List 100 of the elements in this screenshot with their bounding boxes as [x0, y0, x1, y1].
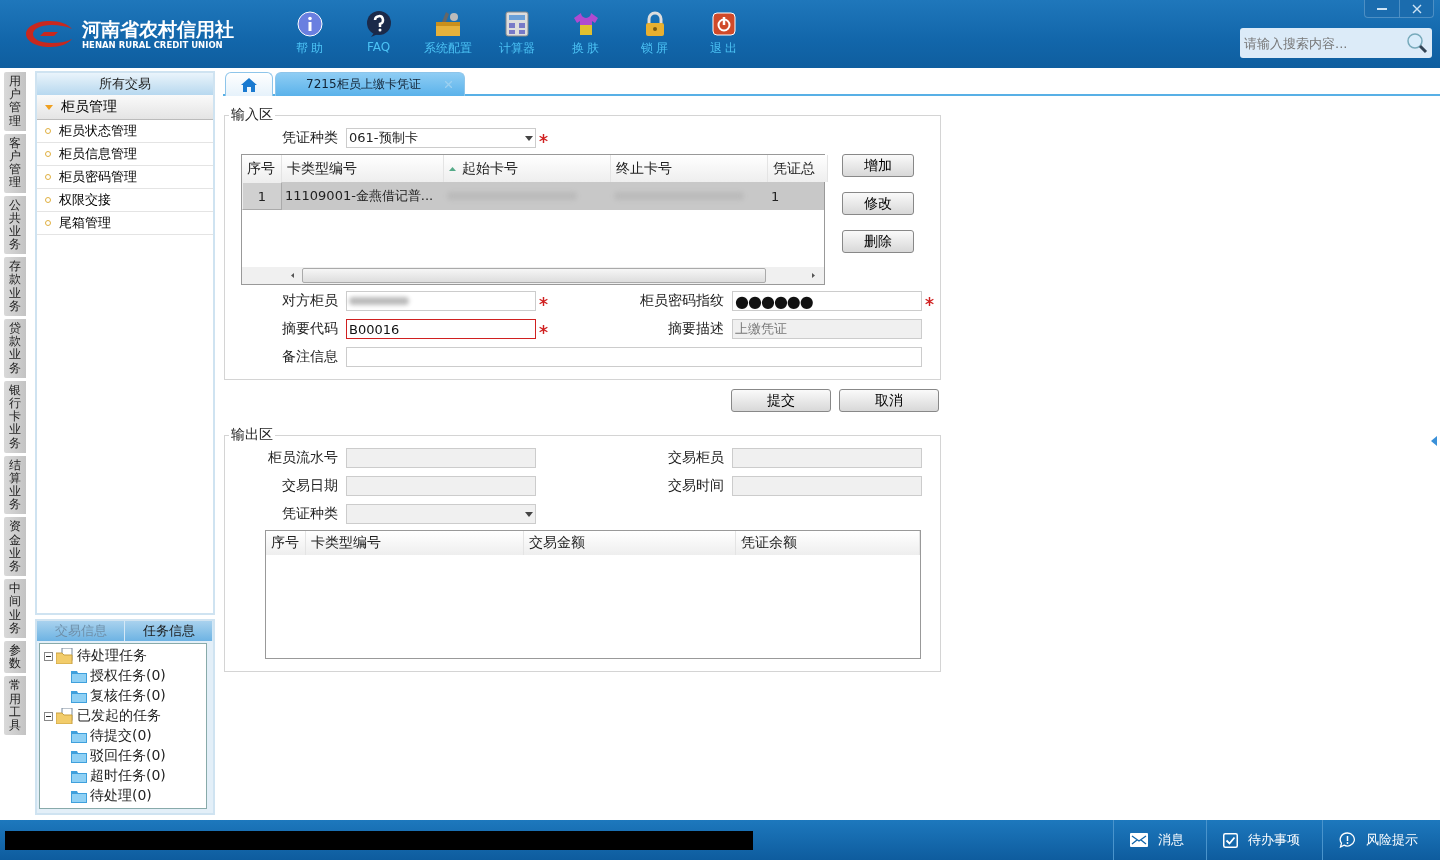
folder-document-icon	[56, 708, 74, 724]
collapse-box-icon[interactable]	[44, 651, 53, 661]
input-field[interactable]	[346, 448, 536, 468]
status-button[interactable]: 风险提示	[1322, 820, 1440, 860]
column-header[interactable]: 卡类型编号	[306, 531, 524, 555]
help-bubble-icon	[364, 10, 393, 38]
tree-node[interactable]: 待提交(0)	[90, 727, 152, 745]
field-label: 柜员密码指纹	[639, 292, 725, 310]
column-header[interactable]: 序号	[266, 531, 306, 555]
side-tab[interactable]: 贷款业务	[4, 319, 26, 378]
password-field[interactable]: ●●●●●●	[732, 291, 922, 311]
column-header[interactable]: 凭证总	[768, 155, 828, 182]
grid-action-button[interactable]: 删除	[842, 230, 914, 253]
column-header[interactable]: 序号	[242, 155, 282, 182]
envelope-icon	[1130, 833, 1148, 847]
caret-down-icon	[45, 103, 53, 111]
input-field[interactable]: B00016	[346, 319, 536, 339]
side-tab[interactable]: 常用工具	[4, 676, 26, 736]
search-field[interactable]: 请输入搜索内容...	[1240, 28, 1432, 58]
status-button[interactable]: 消息	[1113, 820, 1206, 860]
side-tab[interactable]: 客户管理	[4, 133, 26, 193]
dropdown-caret-icon	[525, 135, 533, 141]
section-title: 输入区	[230, 106, 274, 124]
field-label: 摘要描述	[667, 320, 725, 338]
toolbox-icon	[433, 10, 462, 38]
table-row[interactable]: 1 11109001-金燕借记普... 1	[242, 182, 824, 210]
horizontal-scrollbar[interactable]	[242, 267, 824, 284]
close-icon[interactable]	[444, 81, 452, 88]
folder-icon	[71, 749, 87, 763]
tree-node[interactable]: 复核任务(0)	[90, 687, 166, 705]
collapse-arrow-icon[interactable]	[1431, 436, 1437, 446]
side-tab[interactable]: 公共业务	[4, 195, 26, 255]
field-label: 柜员流水号	[267, 449, 339, 467]
grid-action-button[interactable]: 增加	[842, 154, 914, 177]
input-field[interactable]	[346, 476, 536, 496]
select-field[interactable]	[346, 504, 536, 524]
field-label: 凭证种类	[281, 129, 339, 147]
voucher-type-select[interactable]: 061-预制卡	[346, 128, 536, 148]
page-tab[interactable]: 7215柜员上缴卡凭证	[275, 72, 465, 96]
minimize-icon	[1377, 7, 1387, 10]
collapse-box-icon[interactable]	[44, 711, 53, 721]
side-tab[interactable]: 资金业务	[4, 517, 26, 577]
input-field[interactable]	[732, 476, 922, 496]
column-header[interactable]: 交易金额	[524, 531, 736, 555]
tree-node[interactable]: 驳回任务(0)	[90, 747, 166, 765]
input-field[interactable]: 上缴凭证	[732, 319, 922, 339]
calculator-icon	[502, 10, 531, 38]
column-header[interactable]: 起始卡号	[444, 155, 611, 182]
side-tab[interactable]: 存款业务	[4, 257, 26, 316]
side-tab[interactable]: 结算业务	[4, 455, 26, 515]
input-field[interactable]	[346, 347, 922, 367]
menu-group-header[interactable]: 柜员管理	[37, 95, 213, 120]
tree-node[interactable]: 待处理(0)	[90, 787, 152, 805]
panel-tab[interactable]: 任务信息	[125, 621, 213, 641]
column-header[interactable]: 终止卡号	[611, 155, 768, 182]
column-header[interactable]: 凭证余额	[736, 531, 920, 555]
side-tab[interactable]: 银行卡业务	[4, 380, 26, 453]
close-icon	[1411, 3, 1422, 14]
info-icon	[295, 10, 324, 38]
input-field[interactable]	[346, 291, 536, 311]
folder-icon	[71, 729, 87, 743]
field-label: 对方柜员	[281, 292, 339, 310]
home-icon	[241, 77, 257, 92]
folder-document-icon	[56, 648, 74, 664]
table-cell-text: 1	[770, 187, 781, 206]
status-button[interactable]: 待办事项	[1206, 820, 1322, 860]
field-label: 摘要代码	[281, 320, 339, 338]
table-cell-text: 11109001-金燕借记普...	[284, 187, 435, 205]
home-tab[interactable]	[225, 72, 273, 96]
side-tab[interactable]: 中间业务	[4, 579, 26, 638]
row-number: 1	[242, 182, 282, 210]
form-action-button[interactable]: 提交	[731, 389, 831, 412]
power-icon	[709, 10, 738, 38]
field-label: 交易日期	[281, 477, 339, 495]
side-tab[interactable]: 用户管理	[4, 72, 26, 131]
search-icon	[1406, 32, 1428, 54]
column-header[interactable]: 卡类型编号	[282, 155, 444, 182]
field-label: 交易柜员	[667, 449, 725, 467]
logo-name: 河南省农村信用社	[82, 18, 234, 40]
section-title: 输出区	[230, 426, 274, 444]
field-label: 备注信息	[281, 348, 339, 366]
field-label: 交易时间	[667, 477, 725, 495]
tree-node[interactable]: 授权任务(0)	[90, 667, 166, 685]
checkbox-icon	[1223, 832, 1238, 848]
tree-node[interactable]: 已发起的任务	[77, 707, 161, 725]
tree-node[interactable]: 待处理任务	[77, 647, 147, 665]
folder-icon	[71, 689, 87, 703]
tree-node[interactable]: 超时任务(0)	[90, 767, 166, 785]
logo-subtitle: HENAN RURAL CREDIT UNION	[82, 40, 224, 50]
shirt-icon	[571, 10, 600, 38]
folder-icon	[71, 789, 87, 803]
alert-bubble-icon	[1339, 832, 1356, 848]
input-field[interactable]	[732, 448, 922, 468]
folder-icon	[71, 669, 87, 683]
grid-action-button[interactable]: 修改	[842, 192, 914, 215]
side-tab[interactable]: 参数	[4, 640, 26, 674]
panel-title: 所有交易	[37, 73, 213, 95]
folder-icon	[71, 769, 87, 783]
form-action-button[interactable]: 取消	[839, 389, 939, 412]
field-label: 凭证种类	[281, 505, 339, 523]
